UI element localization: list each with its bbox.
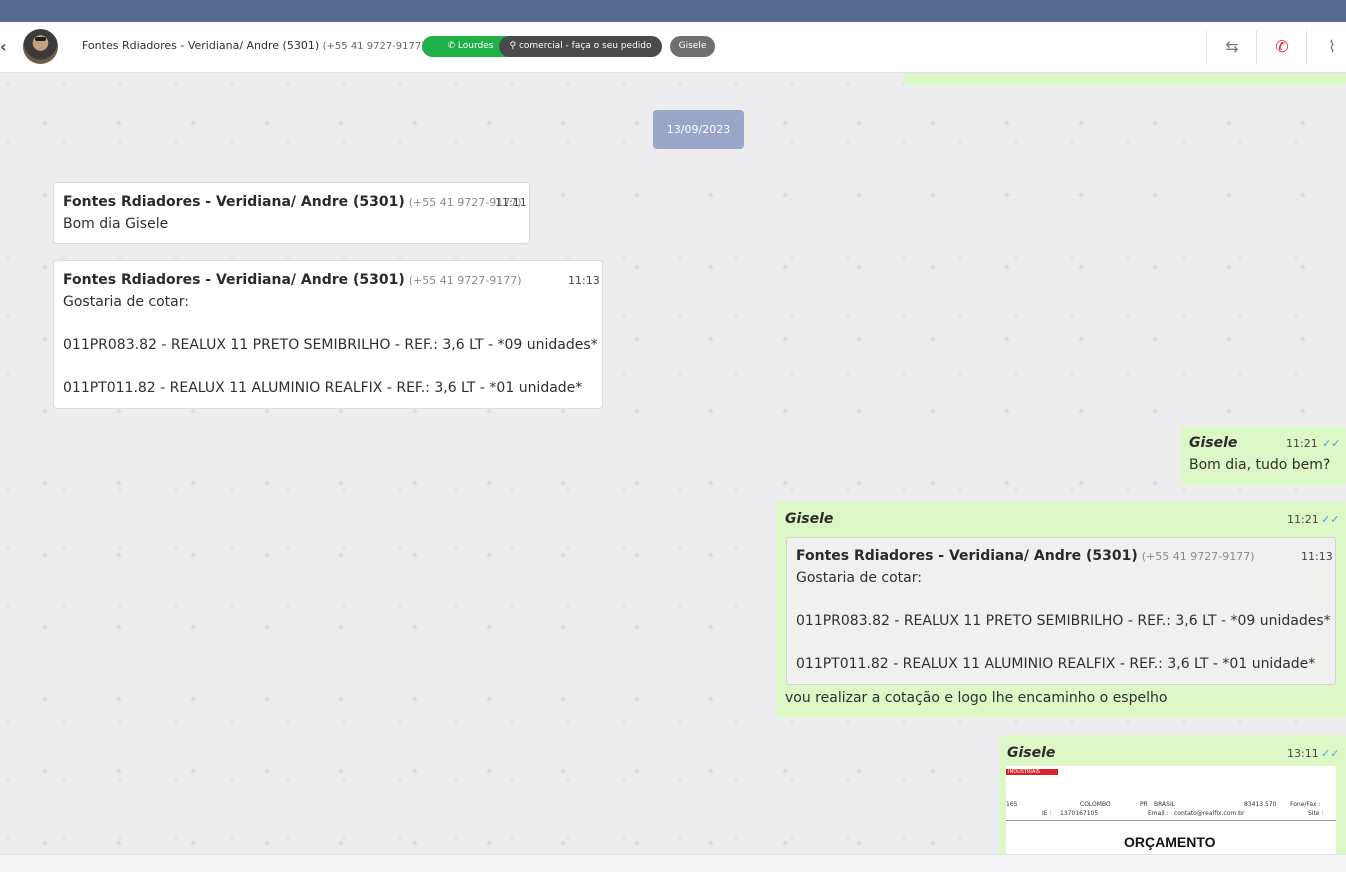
sitemap-icon: ⚲: [509, 41, 517, 51]
doc-cell: Email :: [1148, 810, 1169, 817]
message-time: 11:11: [495, 196, 527, 209]
message-sender: Gisele: [1189, 435, 1238, 451]
message-bubble-incoming[interactable]: Fontes Rdiadores - Veridiana/ Andre (530…: [53, 182, 530, 244]
quoted-line: 011PT011.82 - REALUX 11 ALUMINIO REALFIX…: [796, 656, 1316, 672]
divider: [1256, 30, 1257, 64]
quoted-sender: Fontes Rdiadores - Veridiana/ Andre (530…: [796, 548, 1255, 564]
document-preview[interactable]: INDUSTRIAIS 165 COLOMBO PR BRASIL 83413.…: [1006, 766, 1336, 854]
whatsapp-tag-label: Lourdes: [457, 41, 494, 51]
message-time: 11:21: [1287, 513, 1319, 526]
message-sender: Fontes Rdiadores - Veridiana/ Andre (530…: [63, 272, 522, 288]
user-tag: Gisele: [670, 36, 715, 57]
sender-phone: (+55 41 9727-9177): [408, 274, 522, 287]
message-text: Bom dia, tudo bem?: [1189, 457, 1331, 473]
department-tag: ⚲ comercial - faça o seu pedido: [499, 36, 662, 57]
read-ticks-icon: ✓✓: [1321, 747, 1340, 760]
chat-header: ‹ Fontes Rdiadores - Veridiana/ Andre (5…: [0, 22, 1346, 73]
paperclip-icon[interactable]: ⌇: [1321, 36, 1343, 58]
message-time: 11:13: [568, 274, 600, 287]
message-text: Bom dia Gisele: [63, 216, 169, 232]
chevron-left-icon[interactable]: ‹: [0, 38, 12, 56]
divider: [1306, 30, 1307, 64]
message-text: vou realizar a cotação e logo lhe encami…: [785, 690, 1168, 706]
contact-phone: (+55 41 9727-9177): [322, 41, 426, 52]
avatar[interactable]: [23, 29, 58, 64]
doc-cell: COLOMBO: [1080, 801, 1111, 808]
doc-divider: [1006, 820, 1336, 821]
doc-cell: Site :: [1308, 810, 1324, 817]
quoted-message[interactable]: Fontes Rdiadores - Veridiana/ Andre (530…: [786, 537, 1336, 685]
doc-cell: contato@realfix.com.br: [1174, 810, 1245, 817]
message-bubble-outgoing[interactable]: Gisele 13:11 ✓✓ INDUSTRIAIS 165 COLOMBO …: [999, 735, 1346, 854]
contact-name: Fontes Rdiadores - Veridiana/ Andre (530…: [82, 39, 425, 52]
doc-cell: BRASIL: [1154, 801, 1176, 808]
quoted-sender-phone: (+55 41 9727-9177): [1141, 550, 1255, 563]
message-line: 011PT011.82 - REALUX 11 ALUMINIO REALFIX…: [63, 380, 583, 396]
quoted-sender-name: Fontes Rdiadores - Veridiana/ Andre (530…: [796, 548, 1138, 564]
contact-name-text: Fontes Rdiadores - Veridiana/ Andre (530…: [82, 39, 320, 52]
doc-cell: IE :: [1042, 810, 1052, 817]
divider: [1206, 30, 1207, 64]
message-bubble-incoming[interactable]: Fontes Rdiadores - Veridiana/ Andre (530…: [53, 260, 603, 409]
message-composer[interactable]: [0, 854, 1346, 872]
doc-cell: 165: [1006, 801, 1018, 808]
date-separator: 13/09/2023: [653, 110, 744, 149]
message-bubble-outgoing[interactable]: Gisele 11:21 ✓✓ Bom dia, tudo bem?: [1181, 426, 1346, 485]
phone-hangup-icon[interactable]: ✆: [1271, 36, 1293, 58]
doc-cell: PR: [1140, 801, 1148, 808]
transfer-icon[interactable]: ⇆: [1221, 36, 1243, 58]
company-tag: INDUSTRIAIS: [1008, 769, 1040, 775]
message-bubble-outgoing[interactable]: Gisele 11:21 ✓✓ Fontes Rdiadores - Verid…: [776, 501, 1346, 718]
whatsapp-icon: ✆: [447, 41, 456, 51]
message-sender: Gisele: [1007, 745, 1056, 761]
message-time: 11:21: [1286, 437, 1318, 450]
document-title: ORÇAMENTO: [1124, 834, 1216, 850]
message-sender: Fontes Rdiadores - Veridiana/ Andre (530…: [63, 194, 522, 210]
quoted-line: 011PR083.82 - REALUX 11 PRETO SEMIBRILHO…: [796, 613, 1331, 629]
quoted-time: 11:13: [1301, 550, 1333, 563]
previous-message-fragment: [903, 73, 1346, 85]
doc-cell: 83413.570: [1244, 801, 1277, 808]
chat-area[interactable]: 13/09/2023 Fontes Rdiadores - Veridiana/…: [0, 73, 1346, 854]
message-line: Gostaria de cotar:: [63, 294, 189, 310]
message-time: 13:11: [1287, 747, 1319, 760]
message-sender: Gisele: [785, 511, 834, 527]
top-bar: [0, 0, 1346, 22]
message-line: 011PR083.82 - REALUX 11 PRETO SEMIBRILHO…: [63, 337, 598, 353]
doc-cell: 1370167105: [1060, 810, 1099, 817]
read-ticks-icon: ✓✓: [1321, 513, 1340, 526]
doc-cell: Fone/Fax :: [1290, 801, 1321, 808]
sender-name: Fontes Rdiadores - Veridiana/ Andre (530…: [63, 272, 405, 288]
read-ticks-icon: ✓✓: [1322, 437, 1341, 450]
sender-name: Fontes Rdiadores - Veridiana/ Andre (530…: [63, 194, 405, 210]
quoted-line: Gostaria de cotar:: [796, 570, 922, 586]
department-tag-label: comercial - faça o seu pedido: [518, 41, 652, 51]
